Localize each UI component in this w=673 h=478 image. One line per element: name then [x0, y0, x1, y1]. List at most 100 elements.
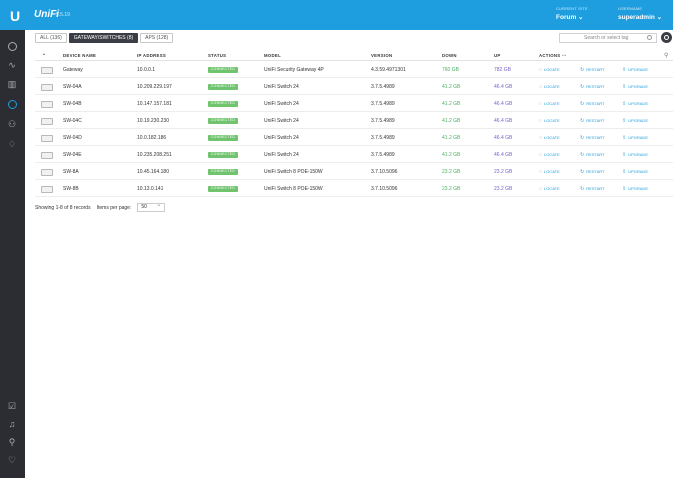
col-version[interactable]: VERSION [371, 53, 392, 58]
ip-address: 10.19.230.230 [137, 118, 169, 124]
down-traffic: 41.2 GB [442, 135, 461, 141]
insights-icon[interactable]: ♢ [6, 138, 18, 150]
restart-button[interactable]: ↻ RESTART [580, 67, 605, 73]
column-search-icon[interactable]: ⚲ [664, 52, 668, 59]
restart-button[interactable]: ↻ RESTART [580, 152, 605, 158]
device-name[interactable]: SW-04C [63, 118, 82, 124]
upgrade-icon: ⇪ [622, 118, 627, 124]
upgrade-button[interactable]: ⇪ UPGRADE [622, 135, 648, 141]
tasks-icon[interactable]: ☑ [6, 400, 18, 412]
switch-device-icon [41, 118, 53, 125]
table-row[interactable]: SW-8B 10.13.0.141 CONNECTED UniFi Switch… [35, 181, 673, 197]
col-status[interactable]: STATUS [208, 53, 226, 58]
items-per-page-select[interactable]: 50 [137, 202, 166, 212]
locate-icon: ◌ [539, 101, 542, 107]
events-icon[interactable]: ⚲ [6, 436, 18, 448]
upgrade-button[interactable]: ⇪ UPGRADE [622, 169, 648, 175]
table-row[interactable]: SW-04D 10.0.182.186 CONNECTED UniFi Swit… [35, 130, 673, 146]
upgrade-button[interactable]: ⇪ UPGRADE [622, 84, 648, 90]
locate-button[interactable]: ◌ LOCATE [539, 135, 560, 141]
col-ip-address[interactable]: IP ADDRESS [137, 53, 166, 58]
restart-button[interactable]: ↻ RESTART [580, 186, 605, 192]
model: UniFi Switch 8 POE-150W [264, 186, 323, 192]
search-input[interactable]: Search or select tag [559, 33, 657, 43]
locate-button[interactable]: ◌ LOCATE [539, 152, 560, 158]
device-name[interactable]: SW-04B [63, 101, 82, 107]
locate-button[interactable]: ◌ LOCATE [539, 169, 560, 175]
chevron-down-icon: ⌄ [656, 14, 663, 21]
device-name[interactable]: SW-8A [63, 169, 79, 175]
site-value: Forum ⌄ [556, 14, 584, 21]
ubiquiti-logo[interactable]: U [10, 8, 20, 24]
restart-button[interactable]: ↻ RESTART [580, 169, 605, 175]
switch-device-icon [41, 186, 53, 193]
device-name[interactable]: SW-04A [63, 84, 82, 90]
alerts-icon[interactable]: ♫ [6, 418, 18, 430]
upgrade-icon: ⇪ [622, 152, 627, 158]
status-badge: CONNECTED [208, 84, 238, 90]
device-name[interactable]: SW-8B [63, 186, 79, 192]
locate-button[interactable]: ◌ LOCATE [539, 118, 560, 124]
version: 3.7.5.4989 [371, 135, 395, 141]
restart-button[interactable]: ↻ RESTART [580, 101, 605, 107]
switch-device-icon [41, 169, 53, 176]
search-placeholder: Search or select tag [584, 35, 629, 41]
settings-button[interactable] [661, 32, 672, 43]
statistics-icon[interactable]: ∿ [6, 59, 18, 71]
restart-icon: ↻ [580, 101, 585, 107]
restart-button[interactable]: ↻ RESTART [580, 135, 605, 141]
upgrade-button[interactable]: ⇪ UPGRADE [622, 101, 648, 107]
site-selector[interactable]: CURRENT SITE Forum ⌄ [556, 6, 588, 21]
col-up[interactable]: UP [494, 53, 501, 58]
devices-icon[interactable] [6, 98, 18, 110]
down-traffic: 41.2 GB [442, 84, 461, 90]
col-down[interactable]: DOWN [442, 53, 457, 58]
device-name[interactable]: SW-04E [63, 152, 82, 158]
locate-button[interactable]: ◌ LOCATE [539, 84, 560, 90]
table-row[interactable]: Gateway 10.0.0.1 CONNECTED UniFi Securit… [35, 62, 673, 78]
up-traffic: 782 GB [494, 67, 511, 73]
table-row[interactable]: SW-04A 10.209.229.197 CONNECTED UniFi Sw… [35, 79, 673, 95]
locate-button[interactable]: ◌ LOCATE [539, 186, 560, 192]
filter-all[interactable]: ALL (136) [35, 33, 67, 43]
status-badge: CONNECTED [208, 135, 238, 141]
select-column-header[interactable]: ⌃ [42, 53, 46, 59]
version: 3.7.5.4989 [371, 152, 395, 158]
up-traffic: 46.4 GB [494, 84, 513, 90]
restart-button[interactable]: ↻ RESTART [580, 84, 605, 90]
locate-button[interactable]: ◌ LOCATE [539, 101, 560, 107]
table-row[interactable]: SW-04E 10.235.208.251 CONNECTED UniFi Sw… [35, 147, 673, 163]
locate-button[interactable]: ◌ LOCATE [539, 67, 560, 73]
ip-address: 10.147.157.181 [137, 101, 172, 107]
device-name[interactable]: SW-04D [63, 135, 82, 141]
table-footer: Showing 1-8 of 8 records Items per page:… [35, 202, 166, 212]
ip-address: 10.45.164.180 [137, 169, 169, 175]
upgrade-button[interactable]: ⇪ UPGRADE [622, 186, 648, 192]
upgrade-button[interactable]: ⇪ UPGRADE [622, 118, 648, 124]
restart-icon: ↻ [580, 152, 585, 158]
table-row[interactable]: SW-04C 10.19.230.230 CONNECTED UniFi Swi… [35, 113, 673, 129]
col-actions[interactable]: ACTIONS ⋯ [539, 53, 567, 59]
clients-icon[interactable]: ⚇ [6, 118, 18, 130]
status-badge: CONNECTED [208, 169, 238, 175]
restart-button[interactable]: ↻ RESTART [580, 118, 605, 124]
device-name[interactable]: Gateway [63, 67, 83, 73]
filter-gateway-switches[interactable]: GATEWAY/SWITCHES (8) [68, 33, 139, 43]
locate-icon: ◌ [539, 135, 542, 141]
col-device-name[interactable]: DEVICE NAME [63, 53, 96, 58]
switch-device-icon [41, 135, 53, 142]
upgrade-button[interactable]: ⇪ UPGRADE [622, 152, 648, 158]
table-row[interactable]: SW-8A 10.45.164.180 CONNECTED UniFi Swit… [35, 164, 673, 180]
up-traffic: 23.2 GB [494, 169, 513, 175]
model: UniFi Switch 24 [264, 135, 299, 141]
chat-icon[interactable]: ♡ [6, 454, 18, 466]
col-model[interactable]: MODEL [264, 53, 281, 58]
dashboard-icon[interactable] [6, 40, 18, 52]
table-row[interactable]: SW-04B 10.147.157.181 CONNECTED UniFi Sw… [35, 96, 673, 112]
upgrade-button[interactable]: ⇪ UPGRADE [622, 67, 648, 73]
restart-icon: ↻ [580, 186, 585, 192]
user-menu[interactable]: USERNAME superadmin ⌄ [618, 6, 662, 21]
model: UniFi Switch 24 [264, 152, 299, 158]
map-icon[interactable]: ▥ [6, 78, 18, 90]
filter-aps[interactable]: APS (128) [140, 33, 174, 43]
